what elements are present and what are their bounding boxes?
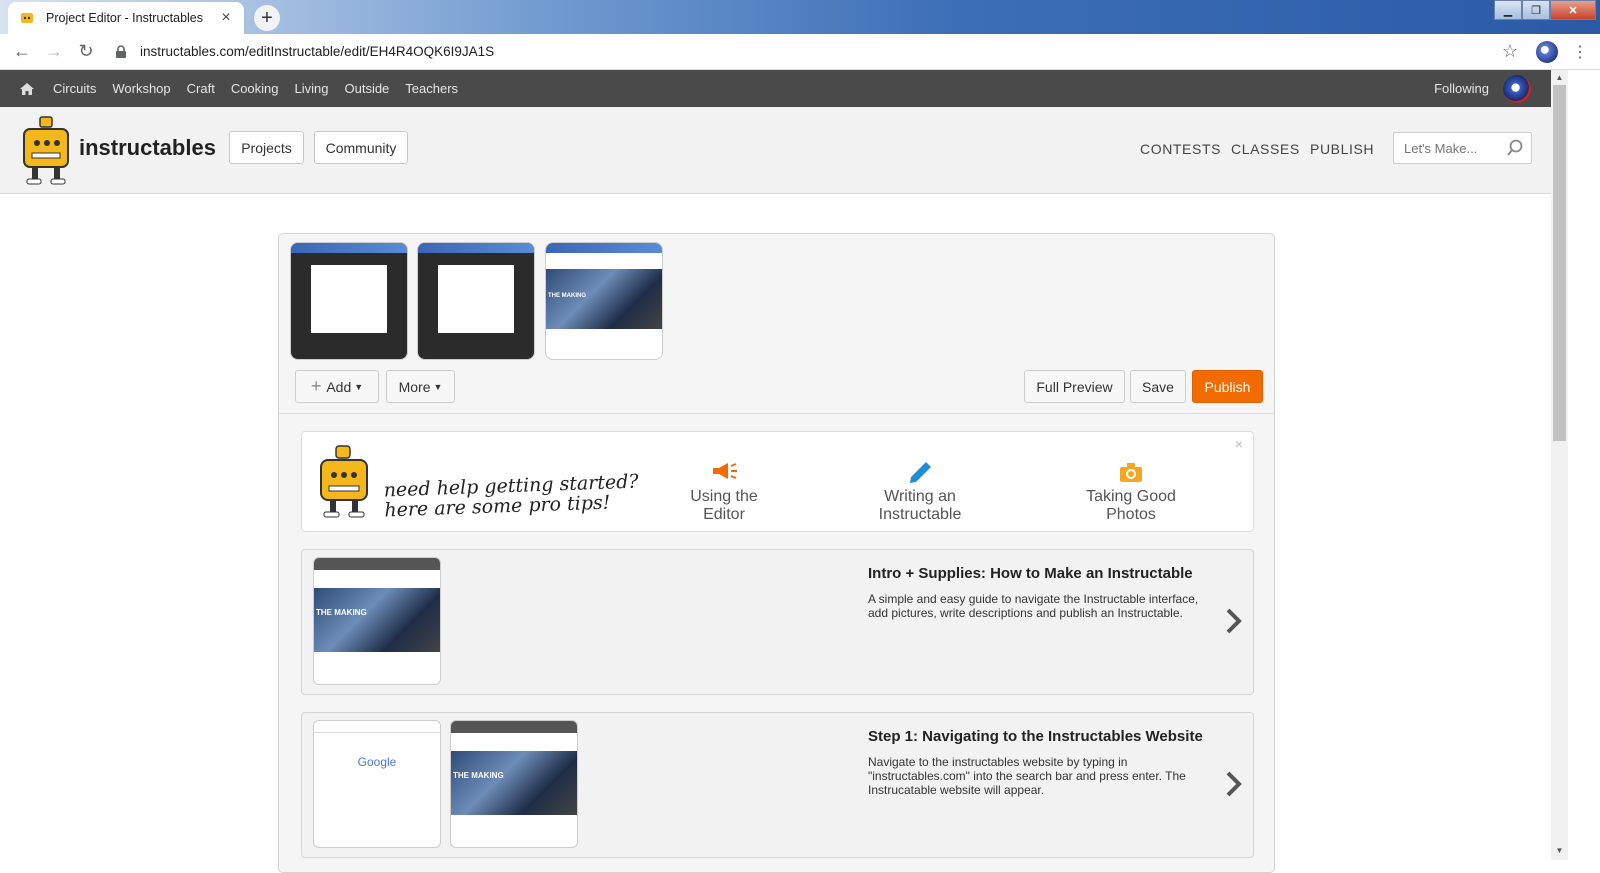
nav-teachers[interactable]: Teachers [405,81,458,96]
nav-circuits[interactable]: Circuits [53,81,96,96]
publish-button[interactable]: Publish [1192,370,1263,403]
project-editor: THE MAKING + Add ▼ More ▼ Full Preview S… [278,233,1275,873]
forward-icon[interactable]: → [38,41,70,62]
step-description: Navigate to the instructables website by… [868,755,1186,797]
nav-craft[interactable]: Craft [187,81,215,96]
pro-tips-panel: need help getting started? here are some… [301,431,1254,532]
robot-logo-icon[interactable] [18,115,74,187]
browser-profile-avatar[interactable] [1536,40,1558,63]
step-thumbnail: Google [313,720,441,848]
scroll-up-icon[interactable]: ▲ [1551,70,1568,85]
site-header: instructables Projects Community CONTEST… [0,107,1551,194]
tip-label: Writing an Instructable [878,488,962,523]
pencil-icon [910,462,931,483]
thumbnail-caption: THE MAKING [548,293,586,299]
scroll-down-icon[interactable]: ▼ [1551,843,1568,858]
address-bar: ← → ↻ instructables.com/editInstructable… [0,34,1600,70]
step-title: Step 1: Navigating to the Instructables … [868,728,1203,745]
more-label: More [398,378,431,395]
more-button[interactable]: More ▼ [386,370,455,403]
caret-down-icon: ▼ [354,381,364,392]
robot-mascot-icon [320,445,368,518]
publish-link[interactable]: PUBLISH [1310,141,1374,157]
megaphone-icon [713,463,737,479]
url-text: instructables.com/editInstructable/edit/… [140,44,495,59]
scroll-thumb[interactable] [1553,85,1566,441]
tip-using-editor[interactable]: Using the Editor [668,460,780,524]
add-button[interactable]: + Add ▼ [295,370,379,403]
tip-writing-instructable[interactable]: Writing an Instructable [842,460,998,524]
minimize-icon[interactable]: ▁ [1494,0,1522,20]
projects-button[interactable]: Projects [229,131,304,164]
step-card-intro[interactable]: THE MAKING Intro + Supplies: How to Make… [301,549,1254,695]
step-title: Intro + Supplies: How to Make an Instruc… [868,565,1193,582]
new-tab-button[interactable]: + [254,5,280,31]
community-button[interactable]: Community [314,131,408,164]
add-label: Add [326,378,352,395]
browser-menu-icon[interactable]: ⋮ [1572,42,1588,62]
browser-titlebar: Project Editor - Instructables × + ▁ ❐ ✕ [0,0,1600,34]
classes-link[interactable]: CLASSES [1231,141,1300,157]
thumbnail-caption: THE MAKING [316,608,367,617]
tip-label: Taking Good Photos [1086,488,1176,523]
nav-outside[interactable]: Outside [344,81,389,96]
nav-living[interactable]: Living [295,81,329,96]
browser-tab[interactable]: Project Editor - Instructables × [8,2,244,34]
thumbnail-caption: THE MAKING [453,771,504,780]
contests-link[interactable]: CONTESTS [1140,141,1221,157]
close-tips-icon[interactable]: × [1235,436,1243,452]
url-field[interactable]: instructables.com/editInstructable/edit/… [114,37,1502,67]
maximize-icon[interactable]: ❐ [1522,0,1550,20]
category-nav: Circuits Workshop Craft Cooking Living O… [0,70,1551,107]
image-thumbnail[interactable] [417,242,535,360]
chevron-right-icon[interactable] [1223,769,1245,799]
image-tray: THE MAKING + Add ▼ More ▼ Full Preview S… [279,234,1274,414]
user-avatar[interactable] [1503,74,1531,103]
image-thumbnail[interactable]: THE MAKING [545,242,663,360]
tip-label: Using the Editor [690,488,758,523]
close-window-icon[interactable]: ✕ [1550,0,1596,20]
search-icon[interactable] [1506,139,1524,157]
instructables-favicon-icon [21,13,33,23]
reload-icon[interactable]: ↻ [70,41,102,62]
window-controls: ▁ ❐ ✕ [1494,0,1596,20]
following-link[interactable]: Following [1434,81,1489,96]
nav-workshop[interactable]: Workshop [112,81,170,96]
brand-wordmark[interactable]: instructables [79,135,216,161]
tab-close-icon[interactable]: × [218,9,234,27]
back-icon[interactable]: ← [6,41,38,62]
chevron-right-icon[interactable] [1223,606,1245,636]
tab-title: Project Editor - Instructables [46,11,204,25]
step-thumbnail: THE MAKING [450,720,578,848]
search-input[interactable] [1404,140,1500,156]
image-thumbnail[interactable] [290,242,408,360]
google-logo-text: Google [357,755,397,769]
tip-taking-photos[interactable]: Taking Good Photos [1060,460,1202,524]
plus-icon: + [310,376,322,396]
camera-icon [1120,463,1142,482]
nav-cooking[interactable]: Cooking [231,81,279,96]
pro-tips-handwritten: need help getting started? here are some… [383,470,639,522]
step-card-1[interactable]: Google THE MAKING Step 1: Navigating to … [301,712,1254,858]
step-thumbnail: THE MAKING [313,557,441,685]
caret-down-icon: ▼ [433,381,443,392]
bookmark-star-icon[interactable]: ☆ [1502,41,1518,62]
step-description: A simple and easy guide to navigate the … [868,592,1199,620]
full-preview-button[interactable]: Full Preview [1024,370,1125,403]
site-search [1393,132,1532,164]
lock-icon [116,44,126,58]
save-button[interactable]: Save [1130,370,1186,403]
home-icon[interactable] [19,82,35,96]
